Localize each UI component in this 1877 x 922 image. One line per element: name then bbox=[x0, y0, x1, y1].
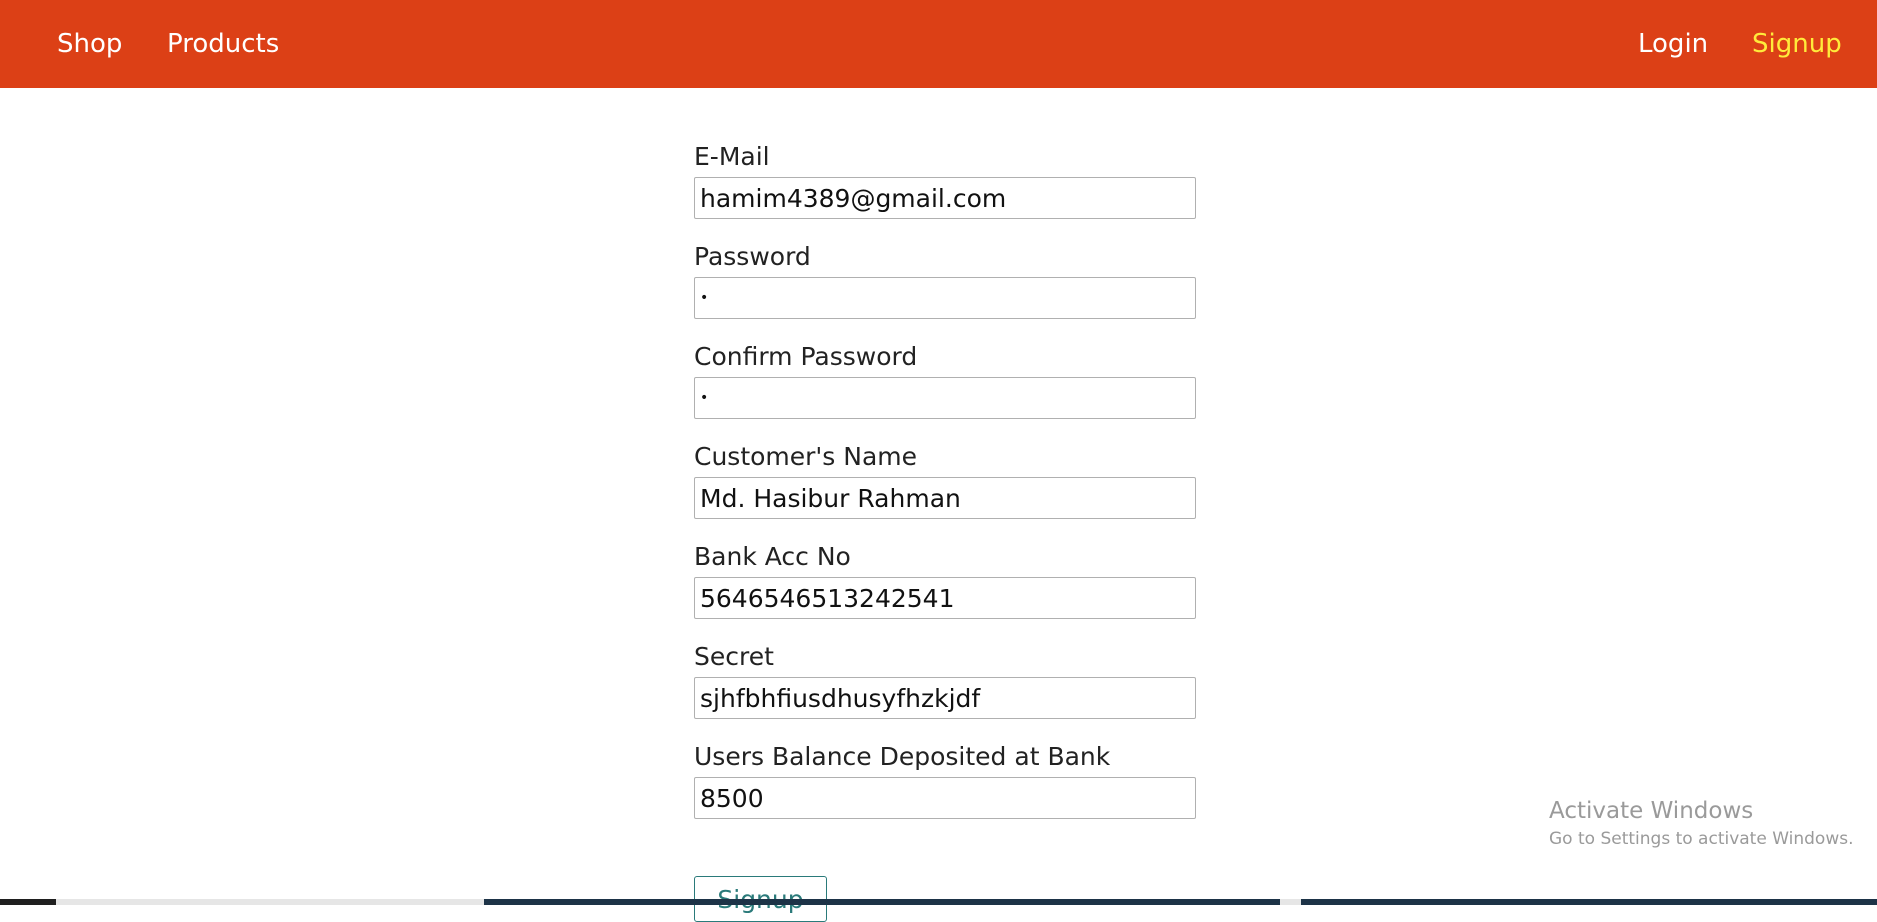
watermark-subtitle: Go to Settings to activate Windows. bbox=[1549, 829, 1854, 849]
balance-group: Users Balance Deposited at Bank bbox=[694, 737, 1196, 819]
confirm-password-field[interactable] bbox=[694, 377, 1196, 419]
email-group: E-Mail bbox=[694, 137, 1196, 219]
secret-label: Secret bbox=[694, 642, 774, 671]
nav-shop-link[interactable]: Shop bbox=[57, 0, 122, 88]
taskbar-segment bbox=[56, 899, 484, 905]
customer-name-field[interactable] bbox=[694, 477, 1196, 519]
nav-signup-link[interactable]: Signup bbox=[1752, 0, 1842, 88]
email-label: E-Mail bbox=[694, 142, 770, 171]
password-field[interactable] bbox=[694, 277, 1196, 319]
taskbar-segment bbox=[0, 899, 56, 905]
taskbar-segment bbox=[484, 899, 1280, 905]
confirm-password-label: Confirm Password bbox=[694, 342, 918, 371]
balance-field[interactable] bbox=[694, 777, 1196, 819]
password-group: Password bbox=[694, 237, 1196, 319]
navbar: Shop Products Login Signup bbox=[0, 0, 1877, 88]
email-field[interactable] bbox=[694, 177, 1196, 219]
password-label: Password bbox=[694, 242, 811, 271]
confirm-password-group: Confirm Password bbox=[694, 337, 1196, 419]
activate-windows-watermark: Activate Windows Go to Settings to activ… bbox=[1549, 796, 1854, 852]
taskbar-segment bbox=[1280, 899, 1301, 905]
customer-name-group: Customer's Name bbox=[694, 437, 1196, 519]
secret-field[interactable] bbox=[694, 677, 1196, 719]
bank-acc-label: Bank Acc No bbox=[694, 542, 851, 571]
secret-group: Secret bbox=[694, 637, 1196, 719]
nav-products-link[interactable]: Products bbox=[167, 0, 279, 88]
balance-label: Users Balance Deposited at Bank bbox=[694, 742, 1111, 771]
signup-form: E-Mail Password Confirm Password Custome… bbox=[694, 137, 1196, 837]
nav-login-link[interactable]: Login bbox=[1638, 0, 1708, 88]
bank-acc-field[interactable] bbox=[694, 577, 1196, 619]
watermark-title: Activate Windows bbox=[1549, 798, 1754, 824]
bank-acc-group: Bank Acc No bbox=[694, 537, 1196, 619]
taskbar-segment bbox=[1301, 899, 1877, 905]
customer-name-label: Customer's Name bbox=[694, 442, 918, 471]
